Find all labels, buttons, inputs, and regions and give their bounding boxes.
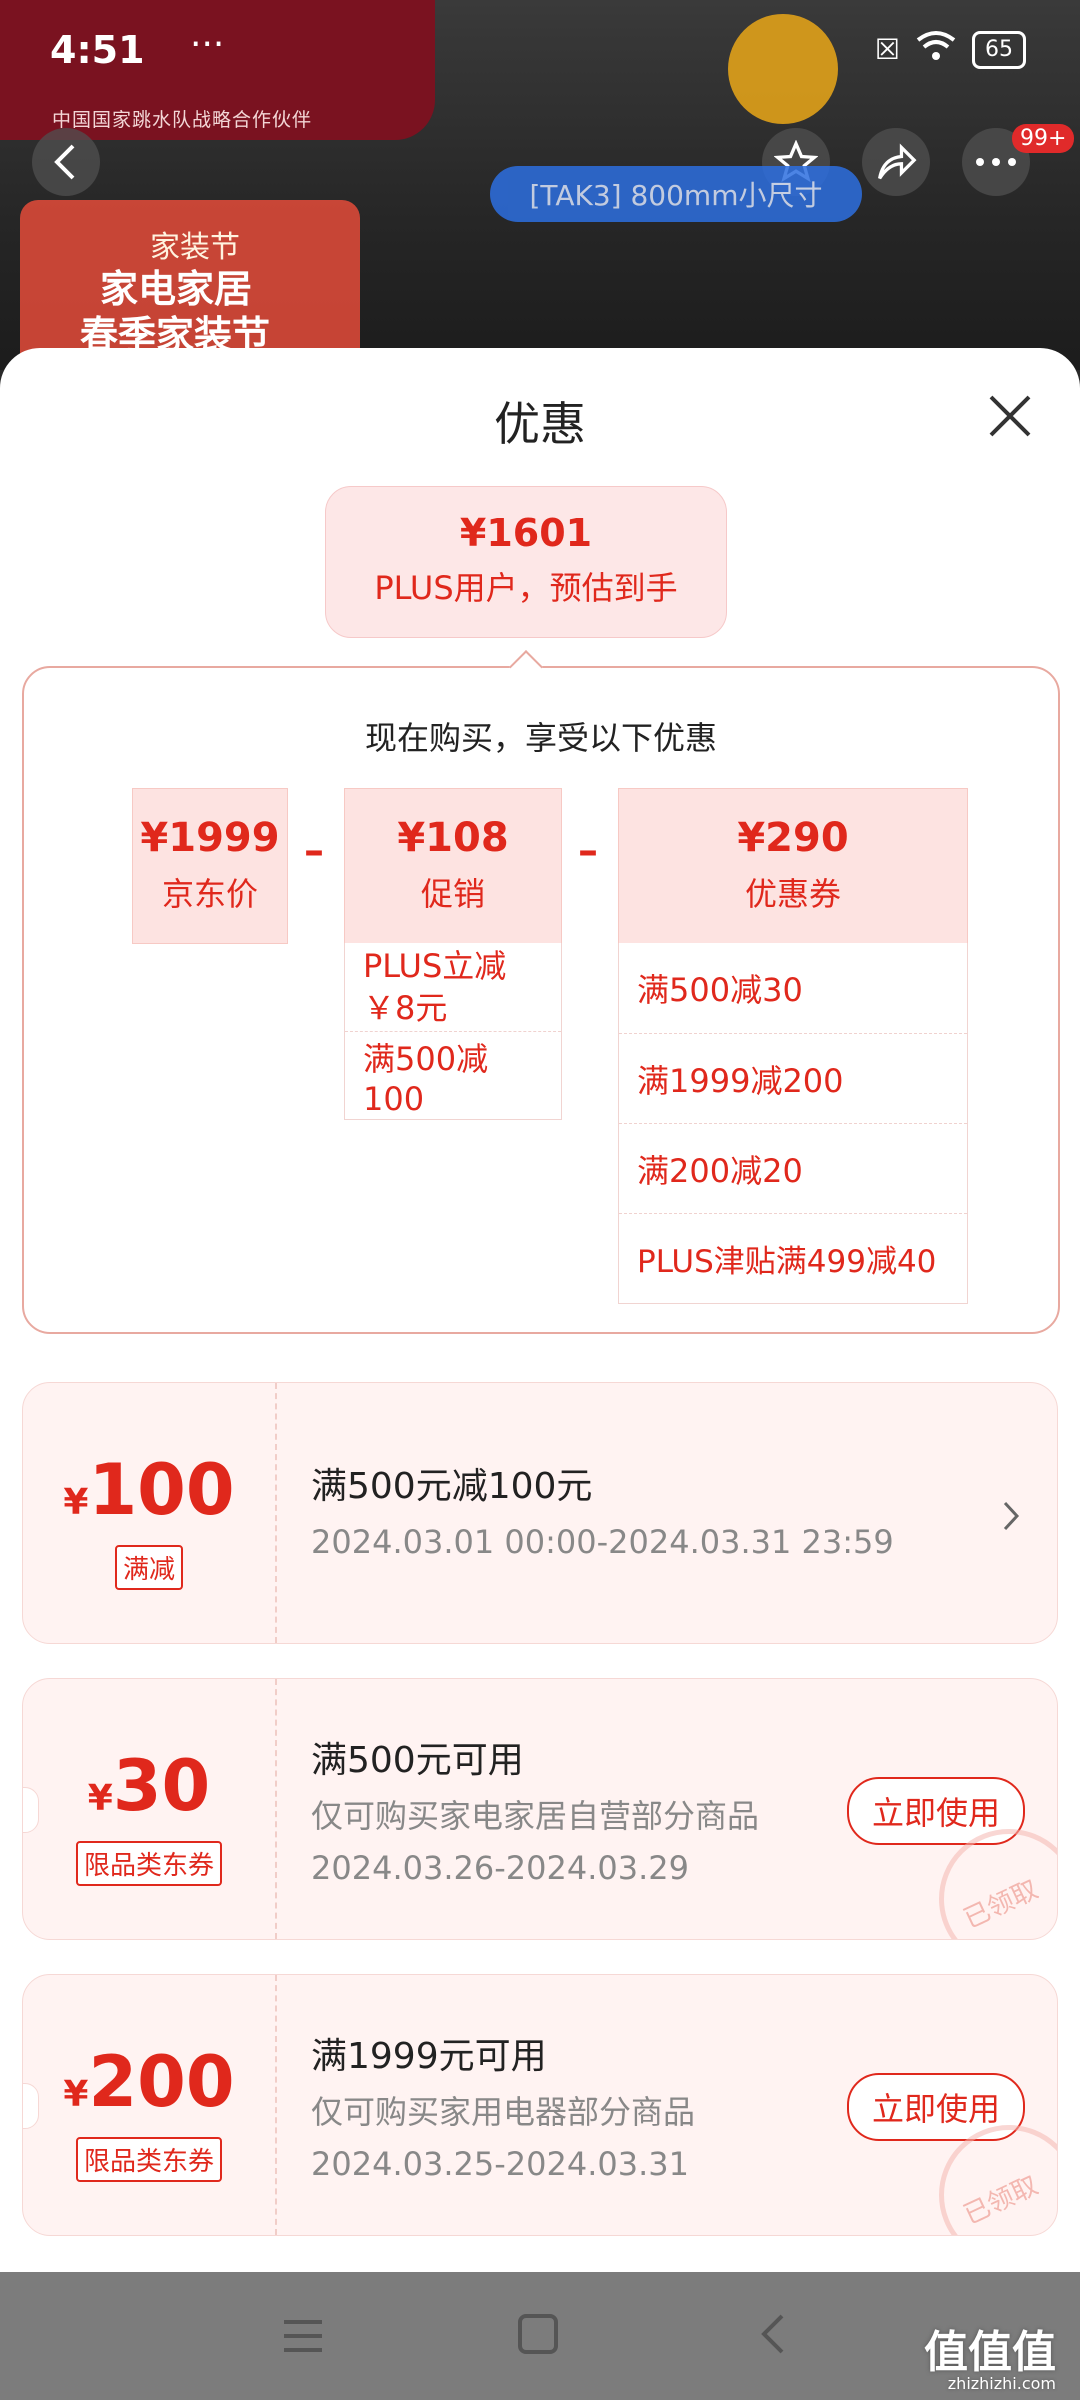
coupon-item: 满1999减200 [619, 1033, 967, 1123]
coupon-total-value: ¥290 [737, 815, 849, 861]
coupon-amount: ¥200 [23, 2041, 275, 2123]
promotion-list: PLUS立减 ￥8元 满500减100 [344, 943, 562, 1120]
coupon-value: 200 [88, 2041, 235, 2123]
coupon-value: 30 [112, 1745, 211, 1827]
home-icon[interactable] [516, 2312, 560, 2368]
coupon-value: 100 [88, 1449, 235, 1531]
sim-icon: ☒ [874, 33, 900, 66]
watermark-logo: 值值值 [924, 2327, 1056, 2378]
coupon-scope: 仅可购买家用电器部分商品 [311, 2093, 696, 2131]
back-nav-icon[interactable] [758, 2312, 788, 2368]
coupon-tag: 限品类东券 [75, 2137, 223, 2182]
coupon-title: 满500元减100元 [311, 1466, 593, 1507]
watermark-url: zhizhizhi.com [947, 2374, 1056, 2393]
promotion-item: PLUS立减 ￥8元 [363, 947, 507, 1027]
coupon-validity: 2024.03.01 00:00-2024.03.31 23:59 [311, 1523, 894, 1561]
menu-icon[interactable] [280, 2312, 326, 2368]
bell-icon [728, 14, 838, 124]
coupon-tag: 满减 [114, 1545, 184, 1590]
coupon-card-manjian[interactable]: ¥100 满减 满500元减100元 2024.03.01 00:00-2024… [22, 1382, 1058, 1644]
coupon-validity: 2024.03.25-2024.03.31 [311, 2145, 689, 2183]
coupon-title: 满1999元可用 [311, 2036, 547, 2077]
coupon-amount: ¥100 [23, 1449, 275, 1531]
stackable-hint: ○ 可叠加 [58, 2264, 192, 2272]
product-pill[interactable]: [TAK3] 800mm小尺寸 [490, 166, 862, 222]
jd-price-label: 京东价 [161, 875, 258, 913]
jd-price-card: ¥1999 京东价 [132, 788, 288, 944]
battery-icon: 65 [972, 30, 1026, 69]
coupon-amount: ¥30 [23, 1745, 275, 1827]
status-dots: ··· [190, 24, 225, 65]
yen-symbol: ¥ [63, 1482, 89, 1523]
coupon-title: 满500元可用 [311, 1740, 524, 1781]
close-icon[interactable] [982, 388, 1038, 444]
brand-caption: 中国国家跳水队战略合作伙伴 [52, 109, 313, 131]
system-nav-bar [0, 2272, 1080, 2400]
estimate-label: PLUS用户，预估到手 [374, 569, 678, 607]
discount-summary: 现在购买，享受以下优惠 ¥1999 京东价 – ¥108 促销 PLUS立减 ￥… [22, 666, 1060, 1334]
estimate-price: ¥1601 [459, 511, 593, 555]
yen-symbol: ¥ [63, 2074, 89, 2115]
discount-sheet: 优惠 ¥1601 PLUS用户，预估到手 现在购买，享受以下优惠 ¥1999 京… [0, 348, 1080, 2272]
share-icon[interactable] [862, 128, 930, 196]
minus-sign: – [578, 828, 598, 874]
coupon-card-30[interactable]: ¥30 限品类东券 满500元可用 仅可购买家电家居自营部分商品 2024.03… [22, 1678, 1058, 1940]
minus-sign: – [304, 828, 324, 874]
coupon-item: 满200减20 [619, 1123, 967, 1213]
estimate-bubble: ¥1601 PLUS用户，预估到手 [325, 486, 727, 638]
coupon-card-200[interactable]: ¥200 限品类东券 满1999元可用 仅可购买家用电器部分商品 2024.03… [22, 1974, 1058, 2236]
promotion-value: ¥108 [397, 815, 509, 861]
back-icon[interactable] [32, 128, 100, 196]
status-time: 4:51 [50, 28, 145, 72]
status-icons: ☒ 65 [875, 30, 1026, 69]
promotion-card: ¥108 促销 [344, 788, 562, 944]
jd-price-value: ¥1999 [140, 815, 280, 861]
coupon-amount-panel: ¥200 限品类东券 [23, 1975, 277, 2235]
coupon-amount-panel: ¥30 限品类东券 [23, 1679, 277, 1939]
coupon-amount-panel: ¥100 满减 [23, 1383, 277, 1643]
coupon-tag: 限品类东券 [75, 1841, 223, 1886]
summary-heading: 现在购买，享受以下优惠 [364, 719, 717, 757]
promotion-label: 促销 [420, 875, 485, 913]
coupon-total-card: ¥290 优惠券 [618, 788, 968, 944]
more-badge: 99+ [1012, 124, 1075, 153]
coupon-total-label: 优惠券 [744, 875, 841, 913]
coupon-item: 满500减30 [637, 971, 803, 1009]
coupon-scope: 仅可购买家电家居自营部分商品 [311, 1797, 760, 1835]
promotion-item: 满500减100 [345, 1031, 561, 1119]
yen-symbol: ¥ [87, 1778, 113, 1819]
coupon-validity: 2024.03.26-2024.03.29 [311, 1849, 689, 1887]
wifi-icon [916, 30, 956, 69]
sheet-title: 优惠 [494, 397, 586, 451]
coupon-item: PLUS津贴满499减40 [619, 1213, 967, 1303]
chevron-right-icon[interactable] [1001, 1497, 1021, 1543]
coupon-list: 满500减30 满1999减200 满200减20 PLUS津贴满499减40 [618, 943, 968, 1304]
